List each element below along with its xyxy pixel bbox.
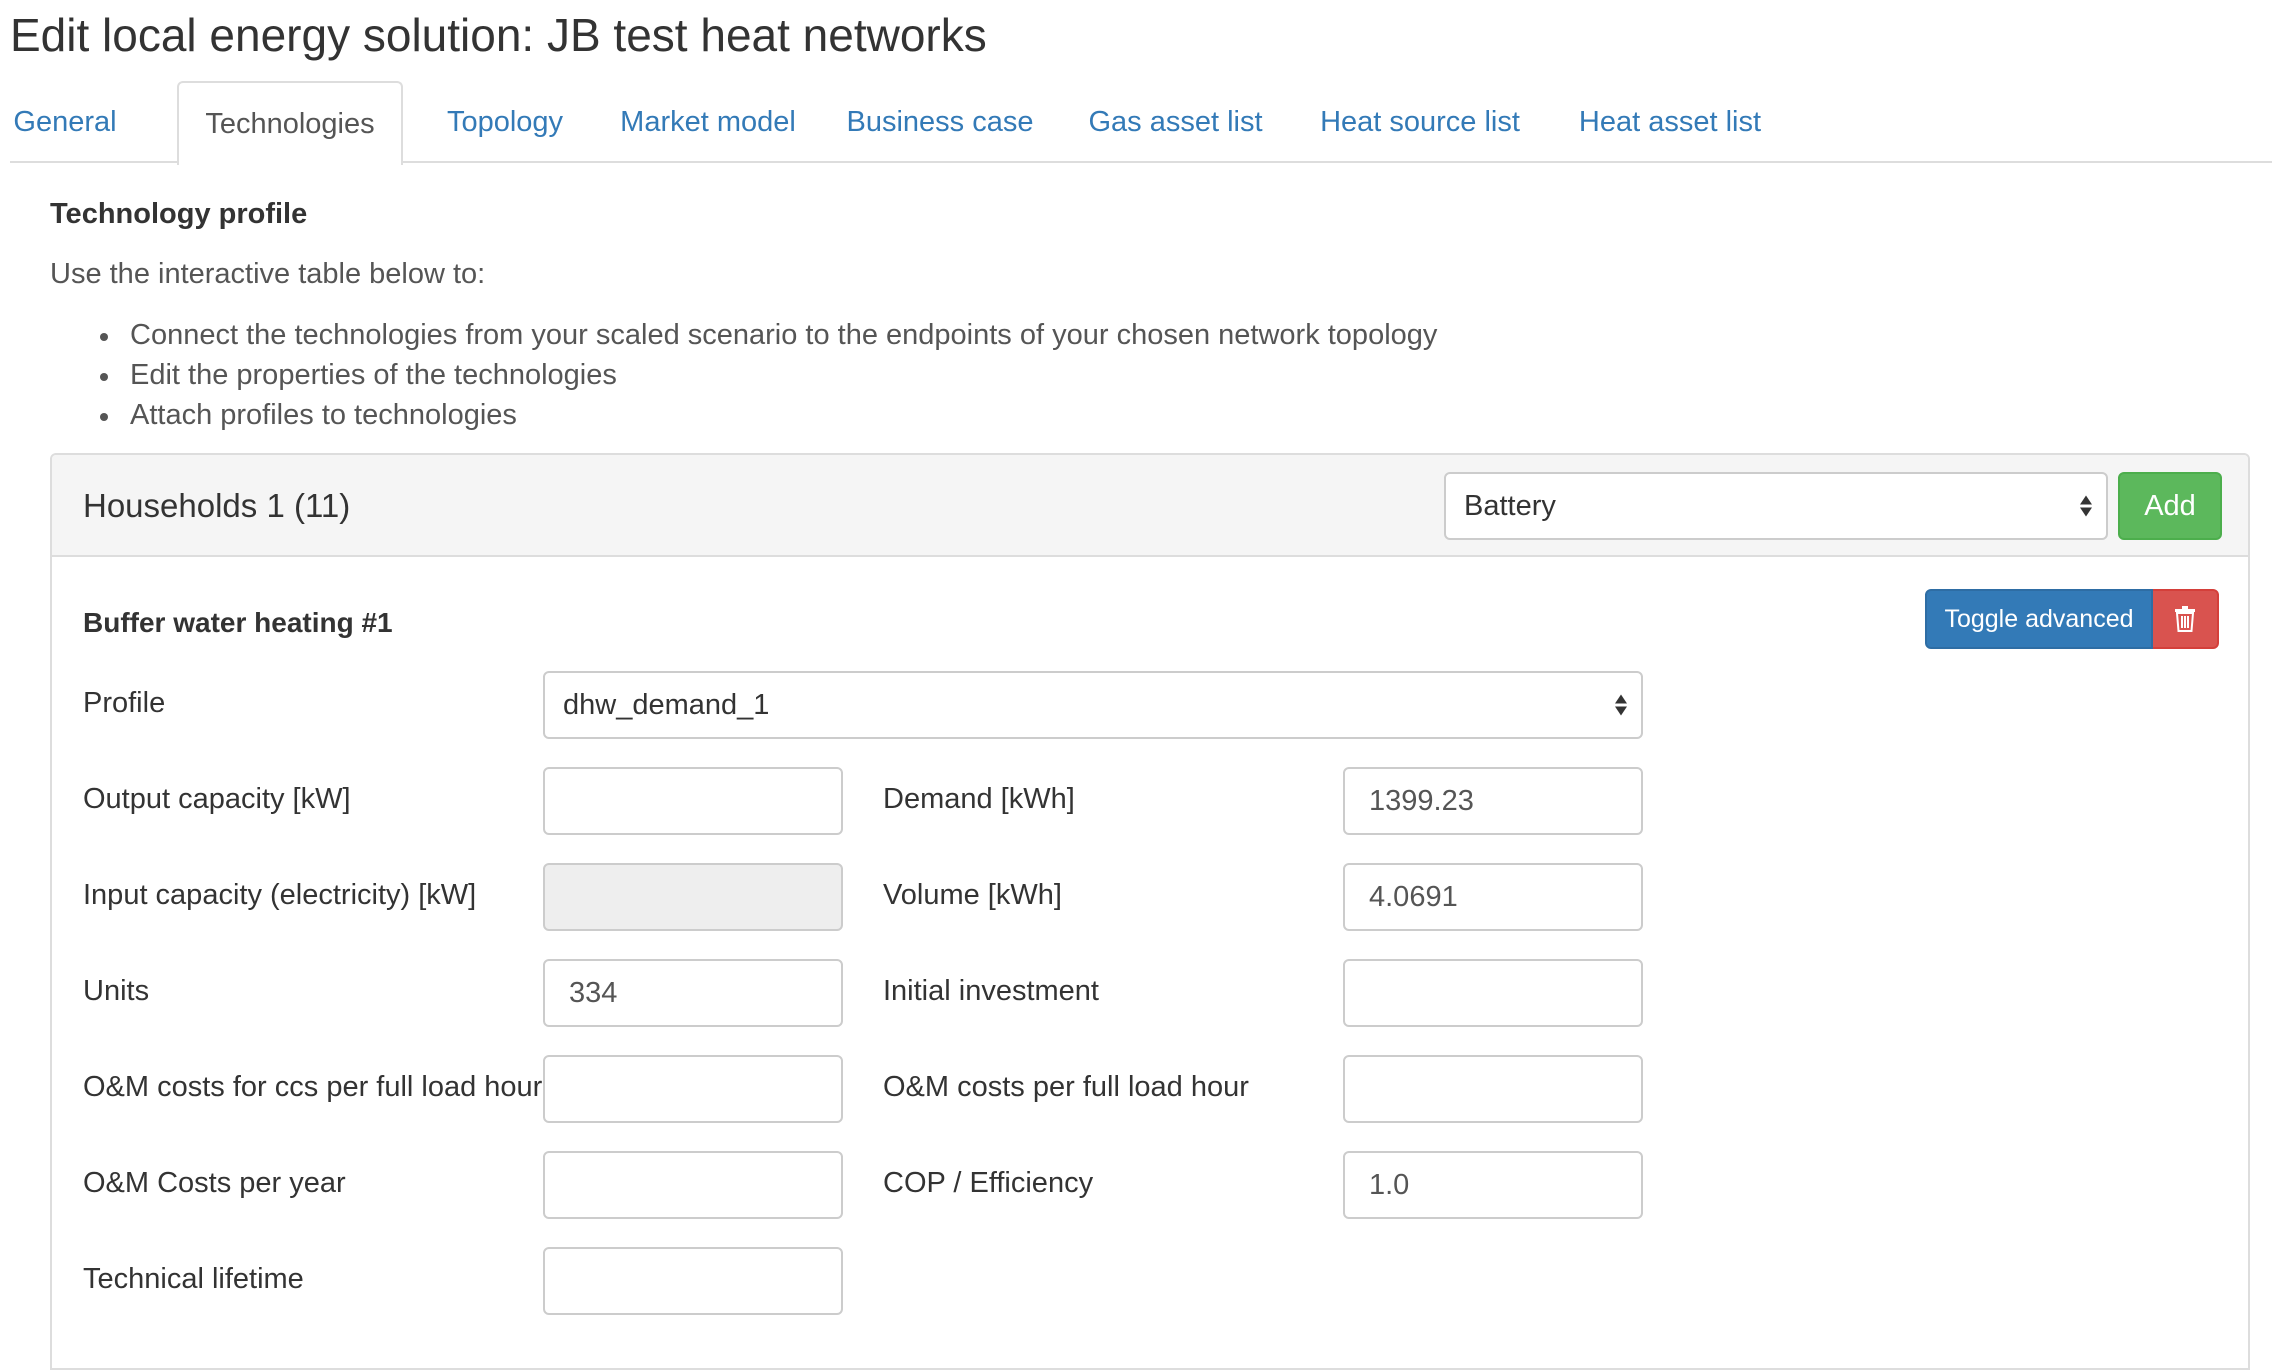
intro-list: Connect the technologies from your scale…	[50, 315, 1437, 435]
bullet-icon	[100, 413, 108, 421]
tab-heat-source-list[interactable]: Heat source list	[1310, 81, 1530, 163]
section-heading: Technology profile	[50, 198, 308, 230]
technology-title: Buffer water heating #1	[83, 607, 393, 638]
tab-bar: General Technologies Topology Market mod…	[10, 81, 2272, 165]
technology-actions: Toggle advanced	[1925, 589, 2219, 649]
demand-label: Demand [kWh]	[883, 783, 1075, 815]
units-input[interactable]: 334	[543, 959, 843, 1027]
technical-lifetime-label: Technical lifetime	[83, 1263, 304, 1295]
cop-efficiency-label: COP / Efficiency	[883, 1167, 1094, 1199]
input-capacity-label: Input capacity (electricity) [kW]	[83, 879, 477, 911]
trash-icon	[2175, 606, 2195, 632]
list-item: Attach profiles to technologies	[50, 395, 1437, 435]
om-costs-year-input[interactable]	[543, 1151, 843, 1219]
select-arrows-icon	[1615, 694, 1627, 716]
om-costs-ccs-input[interactable]	[543, 1055, 843, 1123]
page-title: Edit local energy solution: JB test heat…	[10, 9, 987, 61]
om-costs-ccs-label: O&M costs for ccs per full load hour	[83, 1071, 543, 1103]
output-capacity-label: Output capacity [kW]	[83, 783, 351, 815]
select-arrows-icon	[2080, 495, 2092, 517]
bullet-icon	[100, 373, 108, 381]
om-costs-flh-label: O&M costs per full load hour	[883, 1071, 1249, 1103]
tab-market-model[interactable]: Market model	[613, 81, 803, 163]
tab-gas-asset-list[interactable]: Gas asset list	[1078, 81, 1273, 163]
technology-select[interactable]: Battery	[1444, 472, 2108, 540]
initial-investment-label: Initial investment	[883, 975, 1099, 1007]
toggle-advanced-button[interactable]: Toggle advanced	[1925, 589, 2153, 649]
profile-select-value: dhw_demand_1	[563, 688, 770, 721]
profile-label: Profile	[83, 687, 166, 719]
initial-investment-input[interactable]	[1343, 959, 1643, 1027]
technology-select-value: Battery	[1464, 489, 1556, 522]
households-panel: Households 1 (11) Battery Add Buffer wat…	[50, 453, 2250, 1370]
tab-technologies[interactable]: Technologies	[177, 81, 403, 165]
page: Edit local energy solution: JB test heat…	[0, 0, 2272, 1370]
delete-button[interactable]	[2153, 589, 2219, 649]
om-costs-flh-input[interactable]	[1343, 1055, 1643, 1123]
volume-label: Volume [kWh]	[883, 879, 1062, 911]
input-capacity-input	[543, 863, 843, 931]
add-button[interactable]: Add	[2118, 472, 2222, 540]
list-item: Edit the properties of the technologies	[50, 355, 1437, 395]
list-item: Connect the technologies from your scale…	[50, 315, 1437, 355]
volume-input[interactable]: 4.0691	[1343, 863, 1643, 931]
bullet-icon	[100, 333, 108, 341]
output-capacity-input[interactable]	[543, 767, 843, 835]
tab-general[interactable]: General	[10, 81, 120, 163]
profile-select[interactable]: dhw_demand_1	[543, 671, 1643, 739]
tab-business-case[interactable]: Business case	[840, 81, 1040, 163]
technical-lifetime-input[interactable]	[543, 1247, 843, 1315]
cop-efficiency-input[interactable]: 1.0	[1343, 1151, 1643, 1219]
panel-title: Households 1 (11)	[83, 487, 351, 524]
intro-text: Use the interactive table below to:	[50, 258, 486, 290]
tab-topology[interactable]: Topology	[435, 81, 575, 163]
units-label: Units	[83, 975, 150, 1007]
panel-heading: Households 1 (11) Battery Add	[52, 455, 2248, 557]
om-costs-year-label: O&M Costs per year	[83, 1167, 346, 1199]
tab-heat-asset-list[interactable]: Heat asset list	[1570, 81, 1770, 163]
demand-input[interactable]: 1399.23	[1343, 767, 1643, 835]
